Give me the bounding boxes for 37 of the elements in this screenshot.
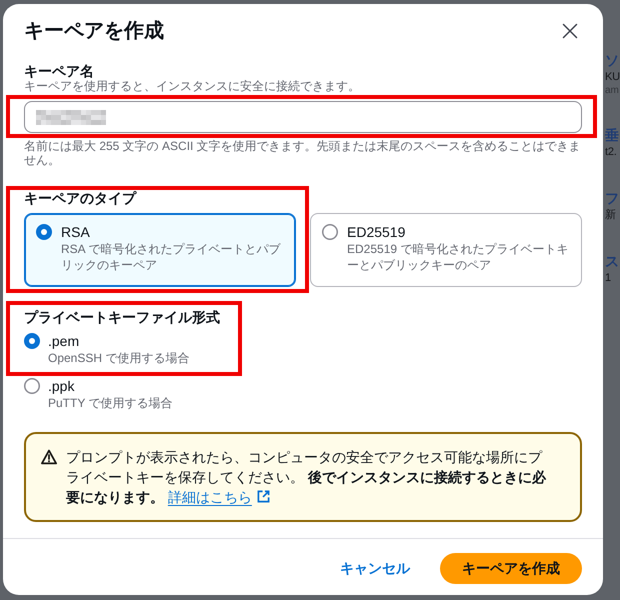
section-heading: キーペアのタイプ: [24, 189, 136, 207]
pixelated-text-drawing: [36, 110, 106, 124]
dimmed-page-text: 新: [605, 208, 616, 223]
text-input-field[interactable]: [24, 101, 582, 133]
radio-icon[interactable]: [24, 333, 40, 349]
dimmed-page-text: 1: [605, 271, 611, 286]
radio-icon[interactable]: [24, 378, 40, 394]
dialog-title: キーペアを作成: [24, 19, 164, 44]
option-description: PuTTY で使用する場合: [48, 395, 172, 411]
dimmed-page-heading: フ: [605, 189, 619, 207]
option-description: ED25519 で暗号化されたプライベートキーとパブリックキーのペア: [347, 241, 570, 273]
section-heading: プライベートキーファイル形式: [24, 308, 220, 326]
option-description: RSA で暗号化されたプライベートとパブリックのキーペア: [61, 241, 282, 273]
option-description: OpenSSH で使用する場合: [48, 350, 190, 366]
field-description: キーペアを使用すると、インスタンスに安全に接続できます。: [24, 79, 360, 93]
learn-more-link[interactable]: 詳細はこちら: [168, 489, 252, 505]
dimmed-page-heading: 垂: [605, 126, 619, 144]
dimmed-page-heading: ス: [605, 252, 619, 270]
field-constraint-text: 名前には最大 255 文字の ASCII 文字を使用できます。先頭または末尾のスペースを含めることはできません。: [24, 139, 582, 167]
option-label[interactable]: .pem: [48, 332, 80, 350]
field-label: キーペア名: [24, 63, 94, 79]
dimmed-page-text: t2.: [605, 145, 617, 160]
warning-icon: [41, 449, 57, 465]
cancel-button[interactable]: キャンセル: [320, 553, 430, 584]
option-tile[interactable]: RSA RSA で暗号化されたプライベートとパブリックのキーペア: [24, 213, 296, 287]
option-label: ED25519: [347, 223, 406, 241]
close-icon[interactable]: [562, 23, 578, 39]
alert-message: プロンプトが表示されたら、コンピュータの安全でアクセス可能な場所にプライベートキーを保存してください。 後でインスタンスに接続するときに必要になります。 詳細はこちら: [66, 448, 548, 507]
option-label[interactable]: .ppk: [48, 377, 74, 395]
radio-icon[interactable]: [322, 224, 338, 240]
radio-icon[interactable]: [36, 224, 52, 240]
dimmed-page-text: KU: [605, 70, 620, 85]
create-key-pair-button[interactable]: キーペアを作成: [440, 553, 582, 584]
external-link-icon[interactable]: [256, 490, 270, 503]
option-label: RSA: [61, 223, 90, 241]
option-tile[interactable]: ED25519 ED25519 で暗号化されたプライベートキーとパブリックキーのペア: [310, 213, 582, 287]
dimmed-page-heading: ソ: [605, 51, 619, 69]
